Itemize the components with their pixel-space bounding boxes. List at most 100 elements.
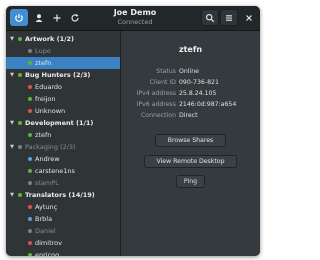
property-key: IPv4 address [136,90,176,97]
member-label: Daniel [35,227,56,235]
member-row[interactable]: Lupo [6,45,120,57]
member-row[interactable]: carstene1ns [6,165,120,177]
menu-icon [226,14,232,21]
property-key: Connection [140,112,176,119]
property-row: IPv4 address 25.8.24.105 [121,90,260,100]
status-icon [28,157,32,161]
app-window: Joe Demo Connected ▼ Artwork (1/2) Lupo zte… [6,6,260,256]
member-label: Unknown [35,107,66,115]
expand-arrow-icon[interactable]: ▼ [9,192,15,198]
member-label: Lupo [35,47,51,55]
window-title: Joe Demo [113,8,157,17]
detail-pane: ztefn Status Online Client ID 090-736-821 IP… [121,31,260,256]
close-button[interactable] [240,9,258,26]
power-icon [15,13,23,22]
title-area: Joe Demo Connected [96,8,174,27]
member-label: Aytunç [35,203,58,211]
property-key: Status [156,68,176,75]
expand-arrow-icon[interactable]: ▼ [9,120,15,126]
member-row[interactable]: dimitrov [6,237,120,249]
member-label: stamPL [35,179,59,187]
plus-icon [53,14,61,21]
member-label: ztefn [35,131,52,139]
search-icon [205,13,215,22]
status-icon [28,181,32,185]
refresh-icon [71,13,79,22]
property-value: Direct [179,112,198,119]
member-label: dimitrov [35,239,62,247]
member-row[interactable]: Brbla [6,213,120,225]
person-icon [35,13,43,22]
group-label: Bug Hunters (2/3) [25,71,91,79]
member-label: Brbla [35,215,53,223]
property-row: Status Online [121,68,260,78]
member-label: enricog [35,251,60,256]
member-label: carstene1ns [35,167,75,175]
member-row[interactable]: Unknown [6,105,120,117]
menu-button[interactable] [220,9,238,26]
member-label: freijon [35,95,56,103]
contact-button[interactable] [30,9,48,26]
status-icon [28,229,32,233]
window-subtitle: Connected [117,18,153,26]
property-row: IPv6 address 2146:0d:987:a654 [121,101,260,111]
expand-arrow-icon[interactable]: ▼ [9,72,15,78]
member-label: ztefn [35,59,52,67]
ping-button[interactable]: Ping [176,175,205,188]
member-row[interactable]: Eduardo [6,81,120,93]
member-row[interactable]: stamPL [6,177,120,189]
group-row[interactable]: ▼ Packaging (2/3) [6,141,120,153]
status-icon [28,109,32,113]
property-row: Connection Direct [121,112,260,122]
property-value: 2146:0d:987:a654 [179,101,237,108]
group-status-icon [18,37,22,41]
status-icon [28,205,32,209]
group-row[interactable]: ▼ Translators (14/19) [6,189,120,201]
expand-arrow-icon[interactable]: ▼ [9,144,15,150]
network-member-list[interactable]: ▼ Artwork (1/2) Lupo ztefn ▼ Bug Hunters (2/3… [6,31,121,256]
group-label: Translators (14/19) [25,191,95,199]
property-value: 090-736-821 [179,79,219,86]
status-icon [28,61,32,65]
group-row[interactable]: ▼ Artwork (1/2) [6,33,120,45]
expand-arrow-icon[interactable]: ▼ [9,36,15,42]
group-label: Development (1/1) [25,119,94,127]
member-row[interactable]: enricog [6,249,120,256]
member-row[interactable]: Andrew [6,153,120,165]
header-bar: Joe Demo Connected [6,6,260,31]
member-row[interactable]: freijon [6,93,120,105]
search-button[interactable] [201,9,219,26]
group-status-icon [18,121,22,125]
property-row: Client ID 090-736-821 [121,79,260,89]
status-icon [28,97,32,101]
status-icon [28,169,32,173]
status-icon [28,217,32,221]
view-remote-desktop-button[interactable]: View Remote Desktop [144,155,237,168]
member-label: Andrew [35,155,60,163]
group-label: Packaging (2/3) [25,143,76,151]
status-icon [28,253,32,256]
property-value: 25.8.24.105 [179,90,217,97]
member-row[interactable]: ztefn [6,57,120,69]
group-label: Artwork (1/2) [25,35,74,43]
group-status-icon [18,73,22,77]
group-status-icon [18,193,22,197]
status-icon [28,133,32,137]
group-row[interactable]: ▼ Development (1/1) [6,117,120,129]
member-label: Eduardo [35,83,62,91]
member-row[interactable]: Aytunç [6,201,120,213]
member-row[interactable]: Daniel [6,225,120,237]
status-icon [28,85,32,89]
property-value: Online [179,68,199,75]
browse-shares-button[interactable]: Browse Shares [155,134,226,147]
power-button[interactable] [10,9,28,26]
refresh-button[interactable] [66,9,84,26]
group-row[interactable]: ▼ Bug Hunters (2/3) [6,69,120,81]
property-key: Client ID [149,79,176,86]
status-icon [28,49,32,53]
member-row[interactable]: ztefn [6,129,120,141]
property-key: IPv6 address [136,101,176,108]
group-status-icon [18,145,22,149]
close-icon [246,14,252,21]
add-button[interactable] [48,9,66,26]
